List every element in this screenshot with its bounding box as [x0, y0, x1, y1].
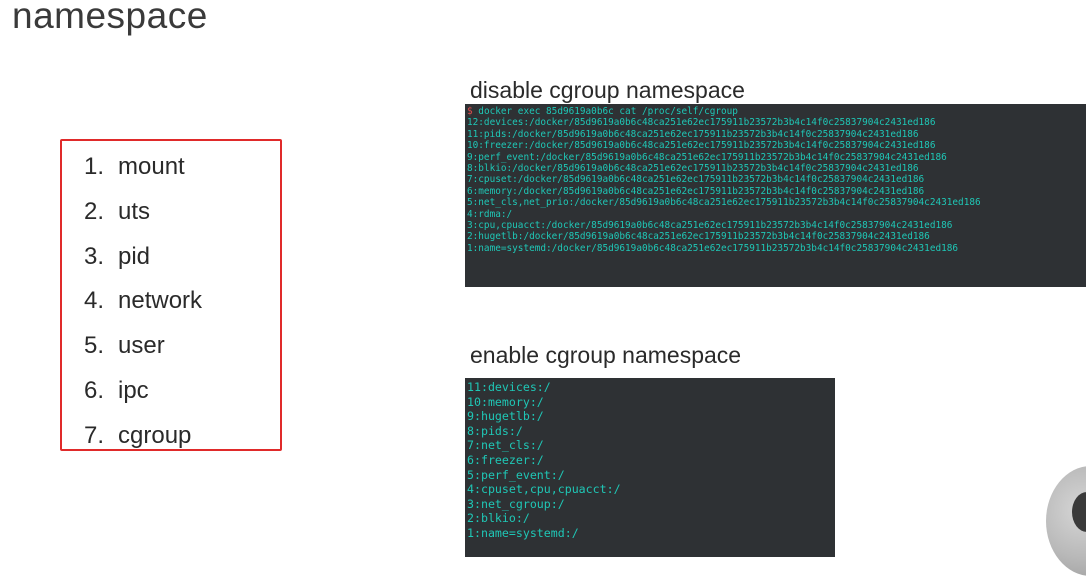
terminal-command-line: $ docker exec 85d9619a0b6c cat /proc/sel…: [467, 106, 1086, 117]
terminal-output-line: 9:hugetlb:/: [467, 409, 544, 424]
terminal-output-line: 10:memory:/: [467, 394, 544, 409]
namespace-item: 5. user: [84, 330, 202, 375]
enable-cgroup-heading: enable cgroup namespace: [470, 342, 742, 368]
namespace-item-number: 3.: [84, 242, 105, 270]
terminal-command: docker exec 85d9619a0b6c cat /proc/self/…: [472, 106, 738, 117]
disable-cgroup-output: 12:devices:/docker/85d9619a0b6c48ca251e6…: [467, 117, 1086, 254]
terminal-output-line: 5:perf_event:/: [467, 467, 565, 482]
namespace-list: 1. mount 2. uts 3. pid 4. network 5. user 6. ipc 7. c…: [84, 151, 202, 465]
terminal-output-line: 7:cpuset:/docker/85d9619a0b6c48ca251e62e…: [467, 174, 925, 186]
terminal-output-line: 8:pids:/: [467, 423, 523, 438]
enable-cgroup-terminal: 11:devices:/10:memory:/9:hugetlb:/8:pids…: [465, 378, 835, 557]
namespace-item: 1. mount: [84, 151, 202, 196]
namespace-item: 7. cgroup: [84, 420, 202, 465]
namespace-item-label: uts: [118, 197, 151, 225]
namespace-item-number: 1.: [84, 153, 105, 180]
terminal-output-line: 12:devices:/docker/85d9619a0b6c48ca251e6…: [467, 117, 936, 129]
terminal-output-line: 3:cpu,cpuacct:/docker/85d9619a0b6c48ca25…: [467, 220, 953, 232]
namespace-item-label: cgroup: [118, 421, 192, 449]
namespace-item-number: 2.: [84, 197, 105, 225]
terminal-output-line: 8:blkio:/docker/85d9619a0b6c48ca251e62ec…: [467, 163, 919, 175]
namespace-item-number: 7.: [84, 421, 105, 449]
namespace-item-number: 4.: [84, 287, 105, 315]
namespace-item-label: user: [118, 332, 165, 360]
terminal-output-line: 9:perf_event:/docker/85d9619a0b6c48ca251…: [467, 151, 947, 163]
disable-cgroup-heading: disable cgroup namespace: [470, 77, 745, 103]
namespace-item-number: 6.: [84, 376, 105, 404]
namespace-item-number: 5.: [84, 332, 105, 360]
terminal-output-line: 2:blkio:/: [467, 511, 530, 526]
terminal-output-line: 7:net_cls:/: [467, 438, 544, 453]
namespace-item-label: pid: [118, 242, 151, 270]
terminal-output-line: 2:hugetlb:/docker/85d9619a0b6c48ca251e62…: [467, 231, 930, 243]
namespace-item-label: network: [118, 287, 203, 315]
terminal-output-line: 11:pids:/docker/85d9619a0b6c48ca251e62ec…: [467, 128, 919, 140]
namespace-item: 6. ipc: [84, 375, 202, 420]
terminal-output-line: 3:net_cgroup:/: [467, 496, 565, 511]
namespace-item: 3. pid: [84, 241, 202, 286]
terminal-output-line: 10:freezer:/docker/85d9619a0b6c48ca251e6…: [467, 140, 936, 152]
terminal-output-line: 6:freezer:/: [467, 452, 544, 467]
disable-cgroup-terminal: $ docker exec 85d9619a0b6c cat /proc/sel…: [465, 104, 1086, 287]
terminal-output-line: 11:devices:/: [467, 380, 551, 394]
terminal-output-line: 1:name=systemd:/docker/85d9619a0b6c48ca2…: [467, 242, 959, 254]
namespace-item: 4. network: [84, 285, 202, 330]
terminal-output-line: 6:memory:/docker/85d9619a0b6c48ca251e62e…: [467, 185, 925, 197]
terminal-output-line: 4:cpuset,cpu,cpuacct:/: [467, 482, 621, 497]
namespace-item: 2. uts: [84, 196, 202, 241]
terminal-output-line: 4:rdma:/: [467, 208, 513, 220]
enable-cgroup-output: 11:devices:/10:memory:/9:hugetlb:/8:pids…: [467, 380, 835, 541]
namespace-item-label: mount: [118, 153, 185, 180]
slide-title: namespace: [12, 0, 208, 36]
terminal-output-line: 1:name=systemd:/: [467, 525, 579, 540]
namespace-item-label: ipc: [118, 376, 149, 404]
terminal-output-line: 5:net_cls,net_prio:/docker/85d9619a0b6c4…: [467, 197, 981, 209]
